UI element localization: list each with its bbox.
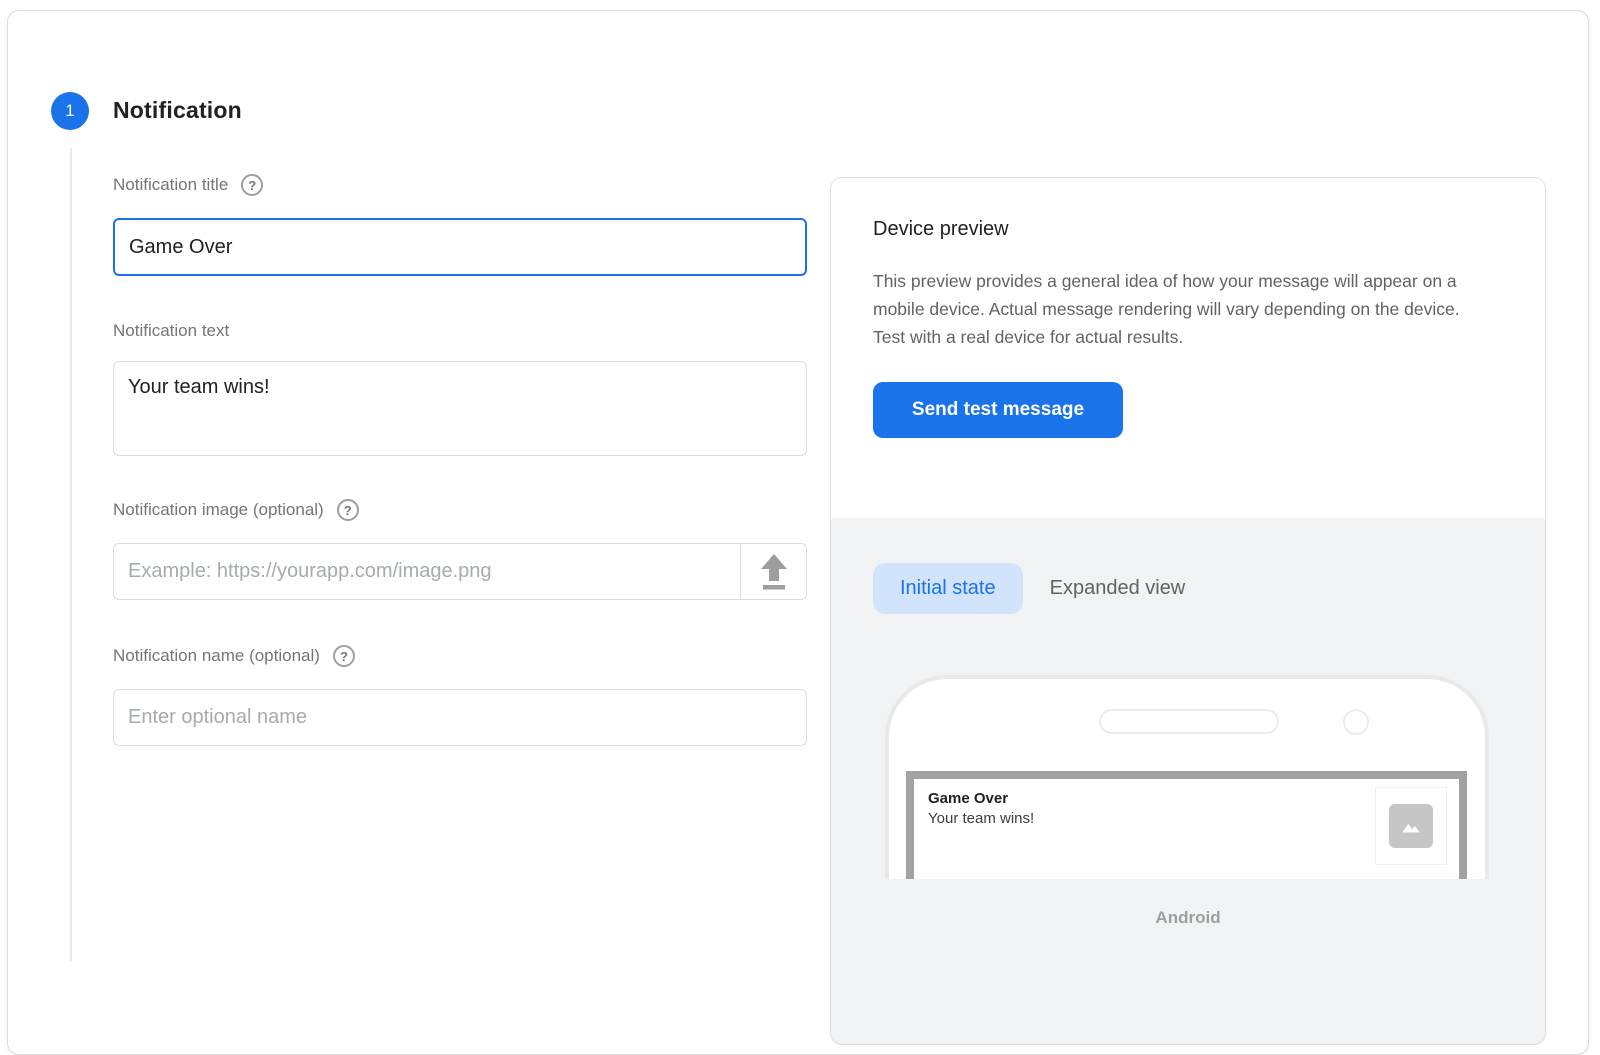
- phone-speaker: [1099, 709, 1279, 734]
- preview-tabs: Initial state Expanded view: [873, 563, 1185, 614]
- phone-illustration: Game Over Your team wins!: [885, 675, 1489, 879]
- send-test-message-button[interactable]: Send test message: [873, 382, 1123, 438]
- notification-image-input[interactable]: [114, 544, 740, 599]
- notification-name-label-row: Notification name (optional) ?: [113, 645, 355, 667]
- device-preview-title: Device preview: [873, 218, 1503, 241]
- upload-image-button[interactable]: [740, 544, 806, 599]
- help-icon[interactable]: ?: [337, 499, 359, 521]
- notification-text-label: Notification text: [113, 321, 229, 341]
- notification-name-label: Notification name (optional): [113, 646, 320, 666]
- help-icon[interactable]: ?: [333, 645, 355, 667]
- notification-text-input[interactable]: Your team wins!: [113, 361, 807, 456]
- notification-name-input[interactable]: [113, 689, 807, 746]
- help-icon[interactable]: ?: [241, 174, 263, 196]
- notification-image-label-row: Notification image (optional) ?: [113, 499, 359, 521]
- step-number-badge: 1: [51, 92, 89, 130]
- tab-initial-state[interactable]: Initial state: [873, 563, 1023, 614]
- preview-notification-content: Game Over Your team wins!: [914, 779, 1459, 879]
- upload-icon: [757, 552, 791, 592]
- tab-expanded-view[interactable]: Expanded view: [1050, 577, 1186, 600]
- platform-label: Android: [831, 908, 1545, 928]
- notification-title-label: Notification title: [113, 175, 228, 195]
- preview-image-placeholder: [1375, 787, 1447, 865]
- device-preview-panel: Device preview This preview provides a g…: [830, 177, 1546, 1045]
- preview-notification-card: Game Over Your team wins!: [906, 771, 1467, 879]
- preview-notification-text: Your team wins!: [928, 809, 1445, 829]
- phone-camera: [1343, 709, 1369, 735]
- notification-image-label: Notification image (optional): [113, 500, 324, 520]
- device-preview-header: Device preview This preview provides a g…: [831, 178, 1545, 518]
- preview-notification-title: Game Over: [928, 789, 1445, 809]
- notification-text-label-row: Notification text: [113, 321, 229, 341]
- image-placeholder-icon: [1389, 804, 1433, 848]
- notification-title-input[interactable]: [113, 218, 807, 276]
- device-preview-description: This preview provides a general idea of …: [873, 267, 1477, 351]
- notification-title-label-row: Notification title ?: [113, 174, 263, 196]
- stepper-line: [70, 148, 72, 961]
- step-number: 1: [65, 101, 74, 121]
- device-preview-stage: Initial state Expanded view Game Over Yo…: [831, 518, 1545, 1044]
- section-title: Notification: [113, 97, 242, 124]
- notification-image-field: [113, 543, 807, 600]
